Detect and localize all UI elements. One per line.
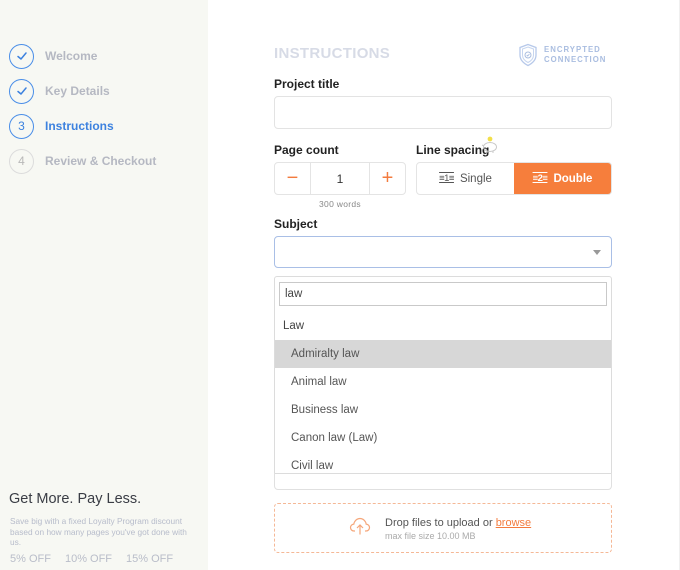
encrypted-line1: ENCRYPTED — [544, 45, 601, 54]
step-instructions[interactable]: 3 Instructions — [9, 113, 114, 139]
upload-text: Drop files to upload or — [385, 517, 493, 529]
step-number: 4 — [9, 148, 34, 174]
promo-title: Get More. Pay Less. — [9, 491, 142, 507]
hidden-field-edge — [274, 473, 612, 490]
check-icon — [16, 52, 27, 60]
encrypted-badge: ENCRYPTED CONNECTION — [518, 43, 606, 67]
step-welcome[interactable]: Welcome — [9, 43, 97, 69]
subject-label: Subject — [274, 217, 318, 231]
word-count-hint: 300 words — [319, 199, 361, 209]
page-count-value[interactable]: 1 — [310, 163, 370, 194]
piggy-bank-icon — [481, 136, 497, 153]
step-key-details[interactable]: Key Details — [9, 78, 110, 104]
double-spacing-icon: ≡2≡ — [532, 173, 548, 184]
browse-link[interactable]: browse — [496, 517, 531, 529]
page-count-label: Page count — [274, 143, 339, 157]
encrypted-line2: CONNECTION — [544, 55, 607, 64]
promo-text: Save big with a fixed Loyalty Program di… — [10, 516, 187, 547]
sidebar: Welcome Key Details 3 Instructions 4 Rev… — [0, 0, 208, 570]
dropdown-option[interactable]: Admiralty law — [275, 340, 611, 368]
step-circle — [9, 43, 34, 69]
tier-10: 10% OFF — [64, 553, 113, 565]
caret-down-icon — [593, 250, 601, 255]
subject-select[interactable] — [274, 236, 612, 268]
step-label: Review & Checkout — [45, 154, 157, 168]
dropdown-option[interactable]: Canon law (Law) — [275, 424, 611, 452]
subject-search-input[interactable] — [279, 282, 607, 306]
spacing-double-label: Double — [553, 172, 593, 185]
page-count-stepper: − 1 + — [274, 162, 406, 195]
single-spacing-icon: ≡1≡ — [439, 173, 454, 184]
decrement-button[interactable]: − — [275, 163, 310, 194]
subject-dropdown: Law Admiralty law Animal law Business la… — [274, 276, 612, 474]
shield-check-icon — [519, 43, 537, 67]
dropdown-option[interactable]: Animal law — [275, 368, 611, 396]
page-title: INSTRUCTIONS — [274, 45, 391, 62]
dropdown-option[interactable]: Business law — [275, 396, 611, 424]
tier-15: 15% OFF — [126, 553, 174, 565]
dropdown-group-label: Law — [283, 320, 305, 332]
line-spacing-label: Line spacing — [416, 143, 490, 157]
step-label: Key Details — [45, 84, 110, 98]
dropdown-option[interactable]: Civil law — [275, 452, 611, 473]
tier-5: 5% OFF — [10, 553, 51, 565]
step-review-checkout[interactable]: 4 Review & Checkout — [9, 148, 156, 174]
project-title-label: Project title — [274, 77, 340, 91]
file-upload-dropzone[interactable]: Drop files to upload or browse max file … — [274, 503, 612, 553]
step-label: Instructions — [45, 119, 114, 133]
step-circle — [9, 78, 34, 104]
increment-button[interactable]: + — [370, 163, 405, 194]
spacing-double-option[interactable]: ≡2≡ Double — [514, 163, 611, 194]
check-icon — [16, 87, 27, 95]
spacing-single-label: Single — [459, 172, 492, 185]
cloud-upload-icon — [349, 517, 371, 535]
promo-tiers: 5% OFF 10% OFF 15% OFF — [10, 553, 173, 565]
spacing-single-option[interactable]: ≡1≡ Single — [417, 163, 514, 194]
main-panel: INSTRUCTIONS ENCRYPTED CONNECTION Projec… — [208, 0, 680, 570]
upload-size-hint: max file size 10.00 MB — [385, 531, 476, 541]
line-spacing-toggle: ≡1≡ Single ≡2≡ Double — [416, 162, 612, 195]
project-title-input[interactable] — [274, 96, 612, 129]
step-label: Welcome — [45, 49, 98, 63]
step-number: 3 — [9, 113, 34, 139]
